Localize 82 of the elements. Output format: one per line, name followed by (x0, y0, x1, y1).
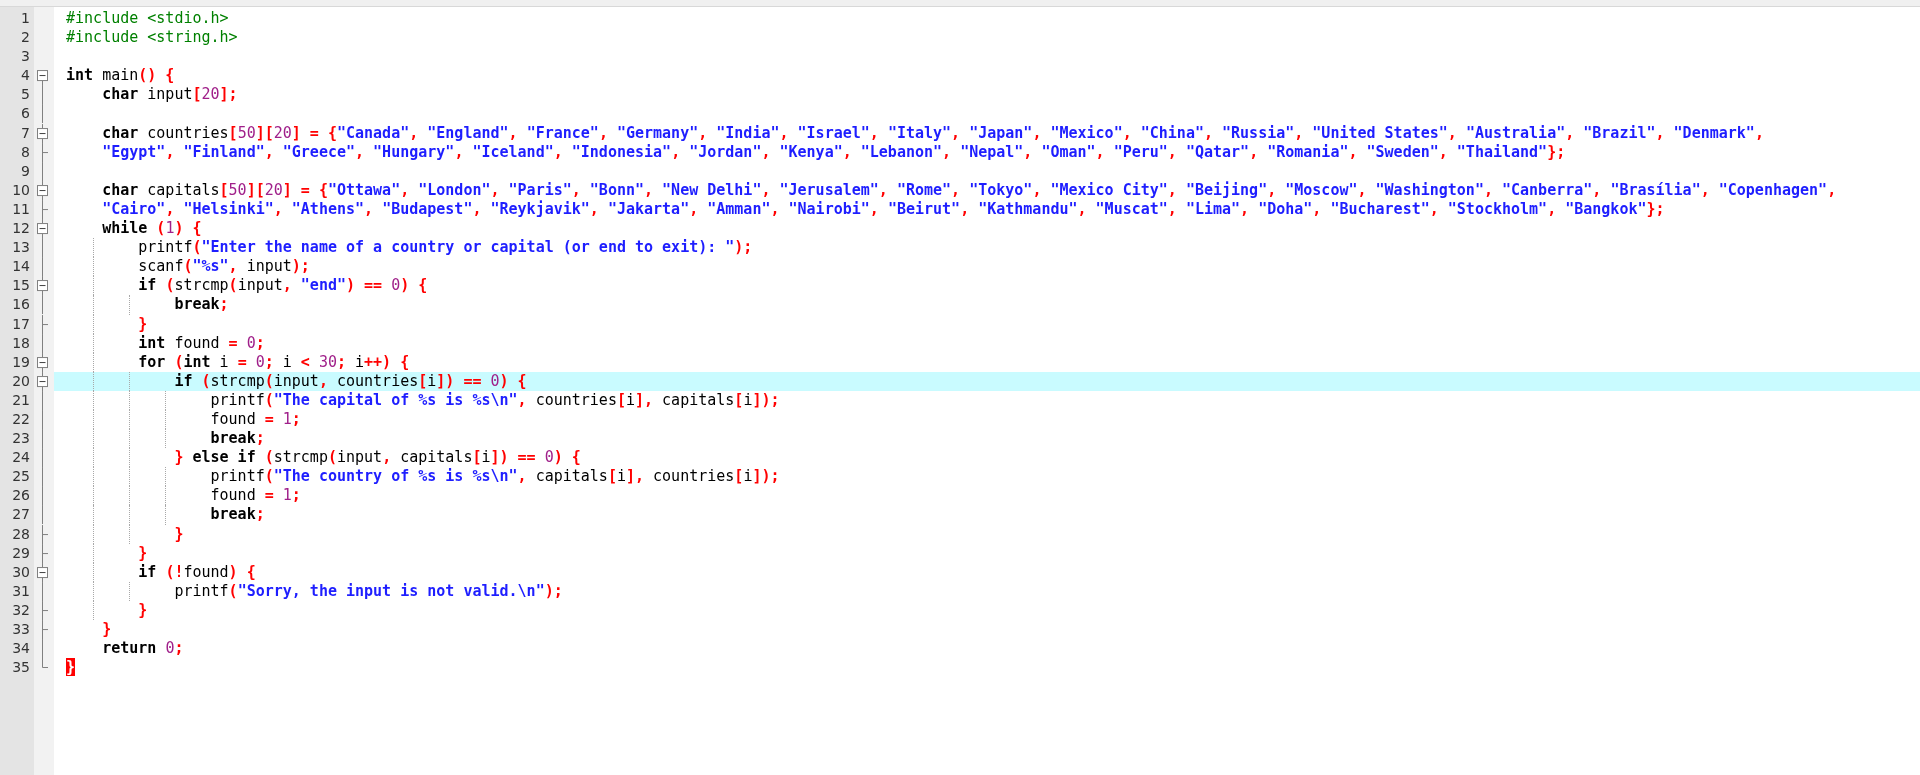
line-number: 23 (11, 429, 31, 449)
line-number: 10 (11, 180, 31, 200)
line-number: 16 (11, 295, 31, 315)
fold-line (42, 161, 43, 181)
code-line: while (1) { (101, 219, 202, 239)
code-line: printf("The country of %s is %s\n", capitals[i], countries[i]); (209, 467, 780, 487)
code-line: char countries[50][20] = {"Canada", "England", "France", "Germany", "India", "Israel", "Italy", "Japan", "Mexico", "China", "Russia", "United States", "Australia", "Brazil", "Denmark", (101, 123, 1764, 143)
line-number: 24 (11, 448, 31, 468)
line-number: 17 (11, 314, 31, 334)
line-number: 3 (20, 47, 31, 67)
line-number: 27 (11, 505, 31, 525)
line-number: 1 (20, 9, 31, 28)
code-line: } (137, 600, 148, 620)
line-number: 30 (11, 562, 31, 582)
code-line: "Cairo", "Helsinki", "Athens", "Budapest", "Reykjavik", "Jakarta", "Amman", "Nairobi", "Beirut", "Kathmandu", "Muscat", "Lima", "Doha", "Bucharest", "Stockholm", "Bangkok"}; (101, 199, 1665, 220)
code-line: if (!found) { (137, 562, 256, 582)
fold-line (42, 639, 43, 659)
line-number: 13 (11, 238, 31, 258)
line-number: 15 (11, 276, 31, 296)
code-line: found = 1; (209, 486, 301, 506)
line-number: 5 (20, 85, 31, 105)
code-line: } (173, 524, 184, 544)
line-number: 29 (11, 543, 31, 563)
line-number: 14 (11, 257, 31, 277)
fold-end-marker (42, 142, 48, 162)
code-line: printf("The capital of %s is %s\n", countries[i], capitals[i]); (209, 390, 780, 410)
code-line: for (int i = 0; i < 30; i++) { (137, 352, 410, 372)
line-number: 19 (11, 352, 31, 372)
line-number: 25 (11, 467, 31, 487)
code-line: #include <string.h> (66, 28, 238, 48)
line-number: 20 (11, 371, 31, 391)
fold-toggle[interactable] (37, 123, 48, 143)
line-number: 34 (11, 639, 31, 659)
fold-toggle[interactable] (37, 352, 48, 372)
code-line: if (strcmp(input, countries[i]) == 0) { (173, 371, 527, 391)
fold-end-marker (42, 314, 48, 334)
line-number: 35 (11, 658, 31, 678)
code-line: #include <stdio.h> (66, 9, 229, 29)
line-number: 6 (20, 104, 31, 124)
code-line: printf("Enter the name of a country or capital (or end to exit): "); (137, 238, 753, 258)
fold-toggle[interactable] (37, 562, 48, 582)
line-number: 7 (20, 123, 31, 143)
code-line: char capitals[50][20] = {"Ottawa", "London", "Paris", "Bonn", "New Delhi", "Jerusalem", "Rome", "Tokyo", "Mexico City", "Beijing", "Moscow", "Washington", "Canberra", "Brasília", "Copenhagen", (101, 180, 1837, 200)
line-number: 12 (11, 219, 31, 239)
code-line: char input[20]; (101, 85, 238, 105)
code-line: break; (209, 505, 265, 525)
line-number: 8 (20, 142, 31, 162)
fold-toggle[interactable] (37, 371, 48, 391)
code-line: } (137, 543, 148, 563)
line-number: 26 (11, 486, 31, 506)
code-line: break; (209, 429, 265, 449)
fold-toggle[interactable] (37, 180, 48, 200)
line-number: 22 (11, 409, 31, 429)
fold-toggle[interactable] (37, 219, 48, 239)
fold-line (42, 581, 43, 601)
line-number: 33 (11, 620, 31, 639)
fold-end-marker (42, 658, 48, 669)
line-number: 2 (20, 28, 31, 48)
code-line: } (137, 314, 148, 334)
line-number: 28 (11, 524, 31, 544)
line-number: 11 (11, 199, 31, 219)
code-line: break; (173, 295, 229, 315)
code-line: int main() { (66, 66, 175, 86)
line-number: 21 (11, 390, 31, 410)
code-line: } (101, 620, 112, 640)
code-line: return 0; (101, 639, 184, 659)
line-number: 18 (11, 333, 31, 353)
line-number: 31 (11, 581, 31, 601)
code-line: if (strcmp(input, "end") == 0) { (137, 276, 428, 296)
line-number: 32 (11, 600, 31, 620)
code-line: printf("Sorry, the input is not valid.\n"); (173, 581, 563, 601)
line-number: 9 (20, 161, 31, 181)
fold-line (42, 333, 43, 353)
code-line: } else if (strcmp(input, capitals[i]) == 0) { (173, 448, 581, 468)
fold-line (42, 295, 43, 315)
fold-toggle[interactable] (37, 276, 48, 296)
fold-end-marker (42, 199, 48, 220)
code-line: int found = 0; (137, 333, 265, 353)
code-line: "Egypt", "Finland", "Greece", "Hungary", "Iceland", "Indonesia", "Jordan", "Kenya", "Lebanon", "Nepal", "Oman", "Peru", "Qatar", "Romania", "Sweden", "Thailand"}; (101, 142, 1566, 162)
code-line: found = 1; (209, 409, 301, 430)
code-line: scanf("%s", input); (137, 257, 310, 277)
line-number: 4 (20, 66, 31, 86)
